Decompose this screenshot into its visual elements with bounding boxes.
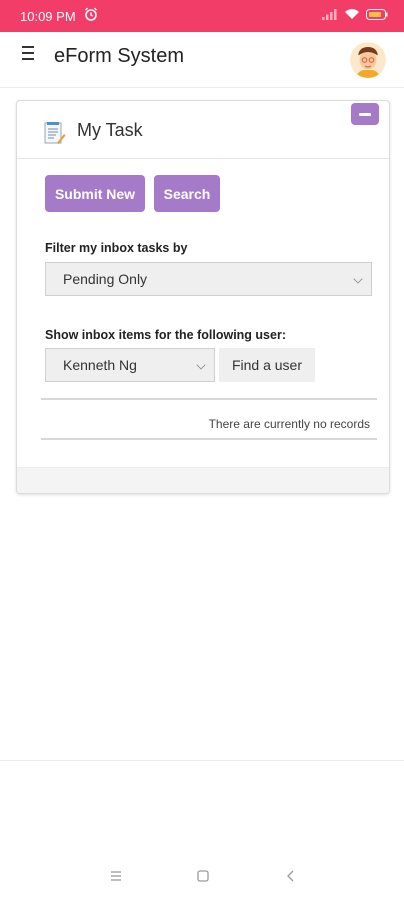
app-title: eForm System xyxy=(54,45,185,67)
submit-new-button[interactable]: Submit New xyxy=(45,175,145,212)
battery-icon xyxy=(366,8,388,20)
divider xyxy=(41,438,377,440)
system-nav-bar xyxy=(0,856,404,896)
card-title: My Task xyxy=(77,120,143,140)
wifi-icon xyxy=(345,9,359,19)
my-task-card: My Task Submit New Search Filter my inbo… xyxy=(16,100,390,494)
filter-select-value: Pending Only xyxy=(63,271,148,287)
recents-icon[interactable] xyxy=(106,866,126,886)
empty-message: There are currently no records xyxy=(208,417,370,431)
user-select-value: Kenneth Ng xyxy=(63,357,137,373)
home-icon[interactable] xyxy=(193,866,213,886)
card-header: My Task xyxy=(17,101,389,159)
chevron-down-icon xyxy=(196,360,206,370)
app-bar: eForm System xyxy=(0,32,404,88)
find-user-button[interactable]: Find a user xyxy=(219,348,315,382)
filter-select[interactable]: Pending Only xyxy=(45,262,372,296)
alarm-icon xyxy=(85,7,97,21)
divider xyxy=(41,398,377,400)
user-filter-label: Show inbox items for the following user: xyxy=(45,328,286,342)
user-avatar[interactable] xyxy=(350,42,386,78)
search-button[interactable]: Search xyxy=(154,175,220,212)
signal-icon xyxy=(322,9,337,20)
user-select[interactable]: Kenneth Ng xyxy=(45,348,215,382)
back-icon[interactable] xyxy=(281,866,301,886)
filter-label: Filter my inbox tasks by xyxy=(45,241,188,255)
status-time: 10:09 PM xyxy=(20,9,76,24)
collapse-button[interactable] xyxy=(351,103,379,125)
status-bar: 10:09 PM xyxy=(0,0,404,32)
document-icon xyxy=(44,122,66,144)
chevron-down-icon xyxy=(353,274,363,284)
card-footer xyxy=(17,467,389,493)
hamburger-menu-icon[interactable] xyxy=(22,46,40,64)
divider xyxy=(0,760,404,761)
